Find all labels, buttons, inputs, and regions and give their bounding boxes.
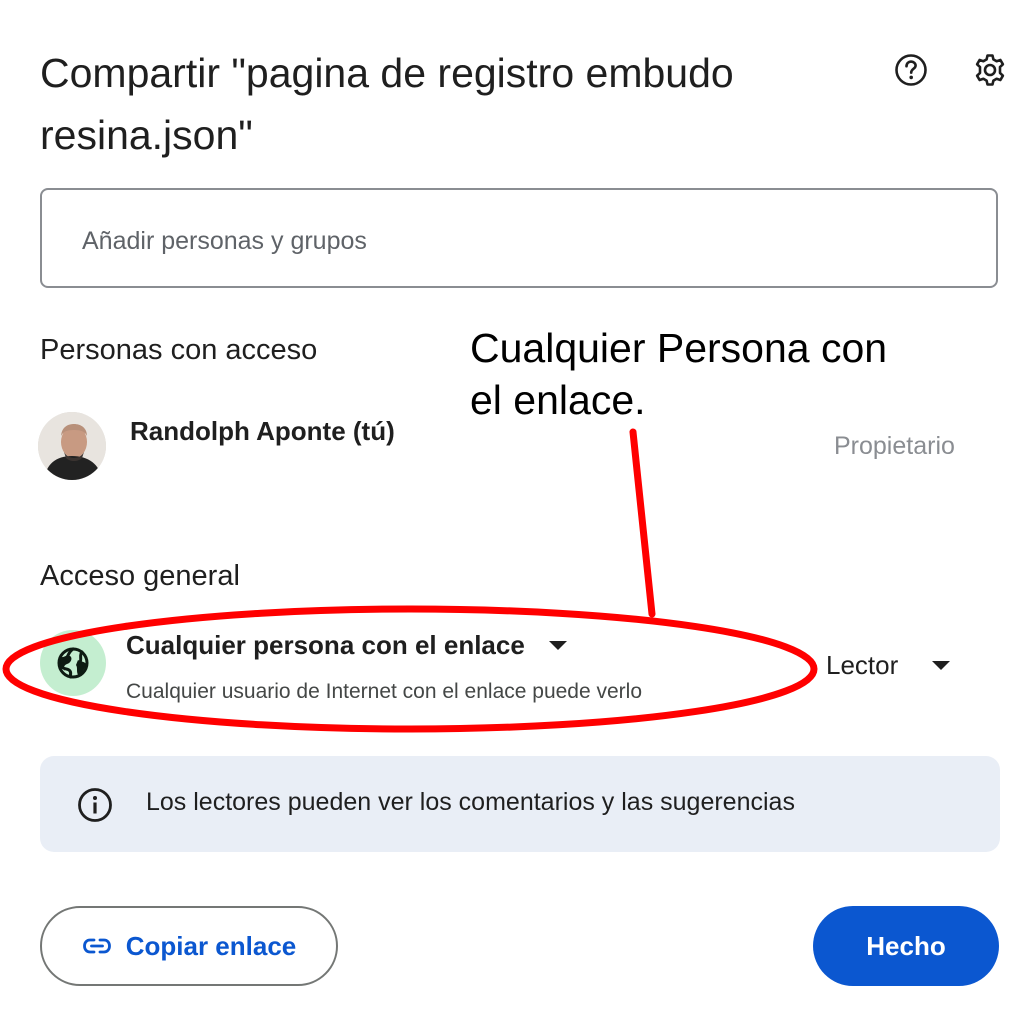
people-section-title: Personas con acceso [40, 334, 318, 366]
annotation-ellipse [2, 605, 818, 733]
copy-link-label: Copiar enlace [125, 930, 297, 961]
globe-icon [57, 647, 89, 679]
gear-icon[interactable] [972, 52, 1008, 88]
person-role: Propietario [834, 432, 955, 460]
role-selected: Lector [826, 650, 899, 680]
help-icon[interactable] [893, 52, 929, 88]
copy-link-button[interactable]: Copiar enlace [40, 906, 338, 986]
avatar [38, 412, 106, 480]
chevron-down-icon [548, 641, 567, 650]
add-people-input[interactable] [80, 220, 964, 262]
general-access-selected: Cualquier persona con el enlace [126, 630, 525, 660]
general-access-title: Acceso general [40, 560, 240, 592]
info-banner-text: Los lectores pueden ver los comentarios … [146, 788, 795, 816]
add-people-field[interactable] [40, 188, 998, 288]
info-icon [76, 786, 114, 824]
done-button[interactable]: Hecho [813, 906, 999, 986]
chevron-down-icon [932, 661, 951, 670]
globe-icon-container [40, 630, 106, 696]
dialog-title: Compartir "pagina de registro embudo res… [40, 50, 734, 158]
person-name: Randolph Aponte (tú) [130, 416, 395, 446]
general-access-dropdown[interactable]: Cualquier persona con el enlace [126, 630, 567, 661]
annotation-arrow-line [629, 428, 656, 618]
general-access-description: Cualquier usuario de Internet con el enl… [126, 680, 643, 703]
annotation-text: Cualquier Persona con el enlace. [470, 325, 888, 423]
link-icon [82, 938, 111, 954]
role-dropdown[interactable]: Lector [826, 650, 951, 681]
